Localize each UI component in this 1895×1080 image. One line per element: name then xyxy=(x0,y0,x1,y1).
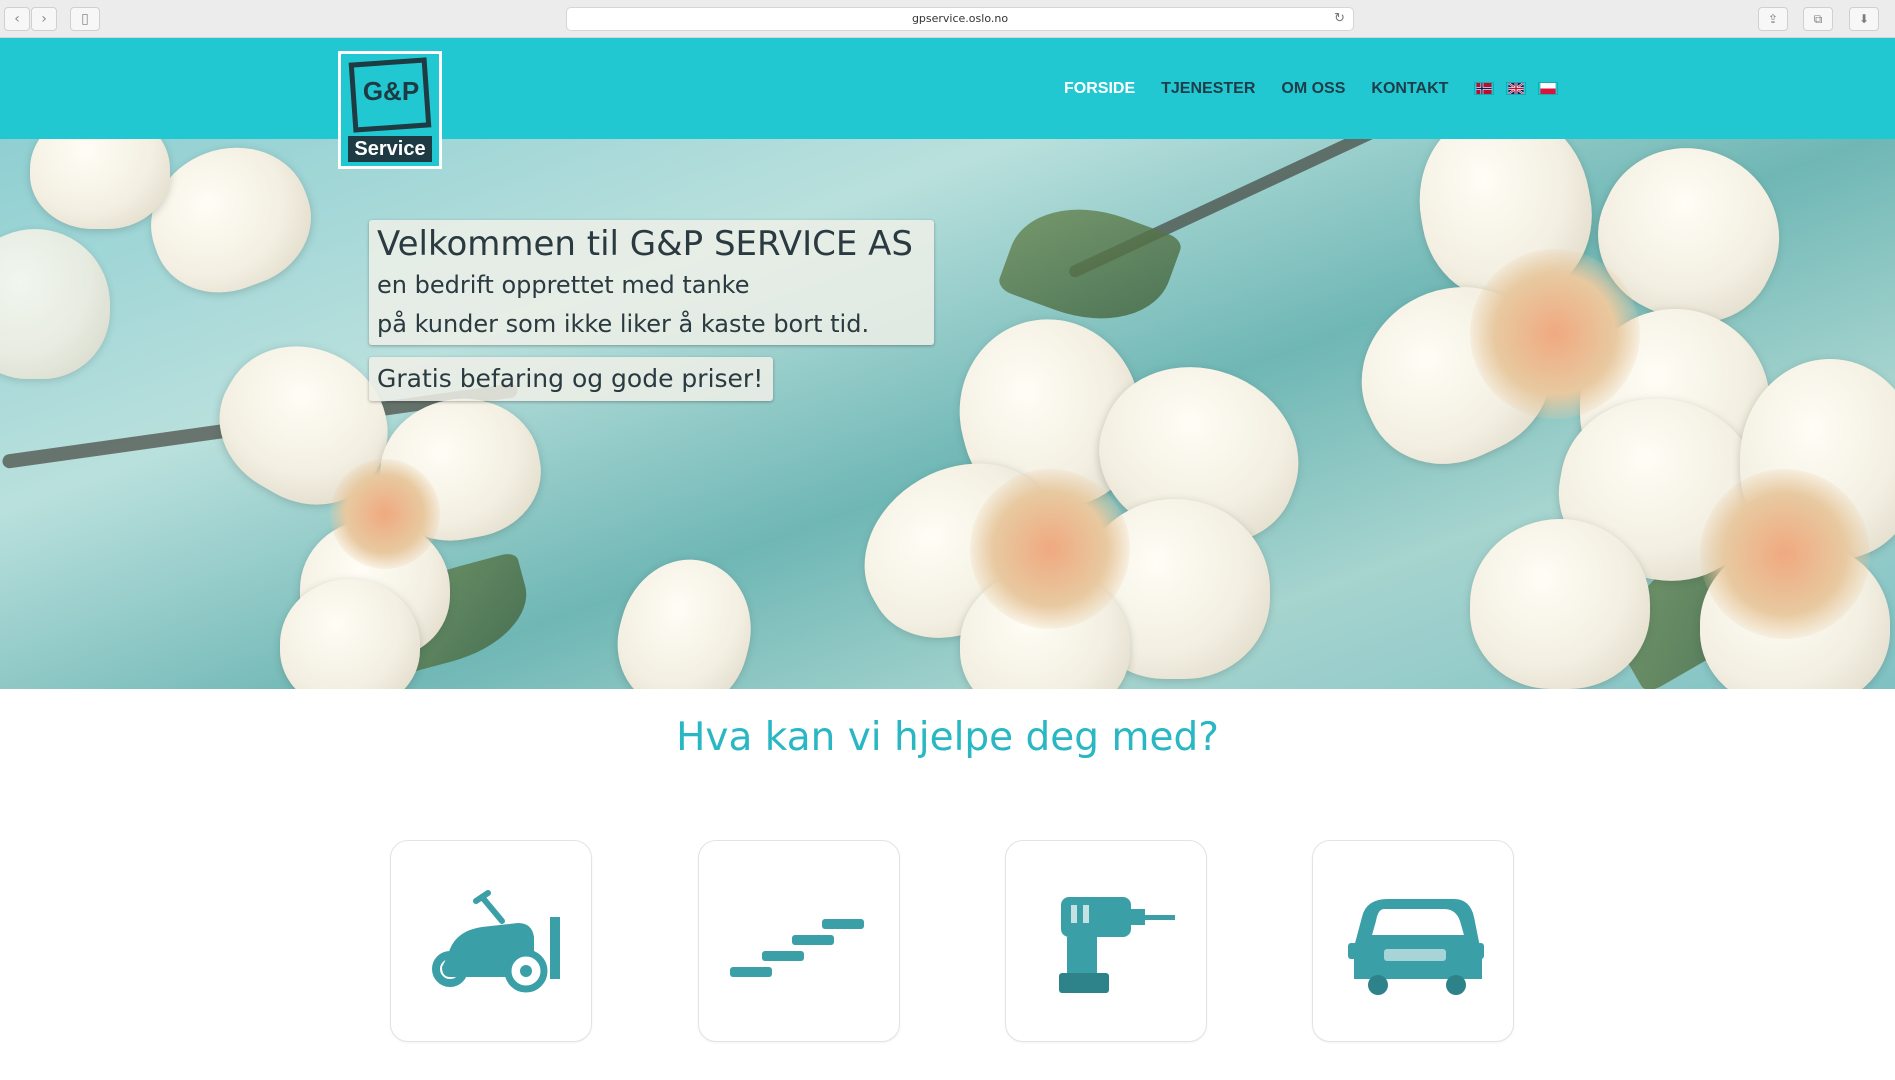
tabs-icon: ⧉ xyxy=(1813,12,1823,26)
address-bar[interactable]: gpservice.oslo.no ↻ xyxy=(566,7,1354,31)
share-icon: ⇪ xyxy=(1767,12,1779,26)
logo[interactable]: G&P Service xyxy=(338,51,442,169)
download-button[interactable]: ⬇ xyxy=(1849,7,1879,31)
welcome-line-2: på kunder som ikke liker å kaste bort ti… xyxy=(377,310,870,338)
nav-forside[interactable]: FORSIDE xyxy=(1064,80,1135,98)
language-switcher xyxy=(1474,82,1570,95)
browser-toolbar: ‹ › ▯ gpservice.oslo.no ↻ ⇪ ⧉ ⬇ xyxy=(0,0,1895,38)
services-heading: Hva kan vi hjelpe deg med? xyxy=(676,715,1219,760)
hero-banner xyxy=(0,139,1895,689)
welcome-title: Velkommen til G&P SERVICE AS xyxy=(377,224,913,264)
drill-icon xyxy=(1059,897,1175,993)
petal-shape xyxy=(30,139,170,229)
main-nav: FORSIDE TJENESTER OM OSS KONTAKT xyxy=(1064,38,1570,139)
petal-shape xyxy=(1470,519,1650,689)
nav-tjenester[interactable]: TJENESTER xyxy=(1161,80,1255,98)
download-icon: ⬇ xyxy=(1858,12,1870,26)
petal-shape xyxy=(602,544,768,689)
share-button[interactable]: ⇪ xyxy=(1758,7,1788,31)
nav-kontakt[interactable]: KONTAKT xyxy=(1371,80,1448,98)
logo-top-text: G&P xyxy=(362,76,420,106)
welcome-line-1: en bedrift opprettet med tanke xyxy=(377,271,750,299)
forward-button[interactable]: › xyxy=(31,7,57,31)
flower-center-shape xyxy=(330,459,440,569)
van-icon xyxy=(1348,899,1484,995)
sidebar-icon: ▯ xyxy=(81,11,89,27)
flower-center-shape xyxy=(1470,249,1640,419)
leaf-shape xyxy=(996,184,1184,344)
site-header xyxy=(0,38,1895,139)
service-card-drilling[interactable] xyxy=(1005,840,1207,1042)
reload-icon[interactable]: ↻ xyxy=(1334,8,1345,30)
back-button[interactable]: ‹ xyxy=(4,7,30,31)
url-text: gpservice.oslo.no xyxy=(911,12,1009,25)
tabs-button[interactable]: ⧉ xyxy=(1803,7,1833,31)
chevron-left-icon: ‹ xyxy=(14,11,20,27)
poland-flag-icon[interactable] xyxy=(1538,82,1559,95)
lawn-mower-icon xyxy=(432,890,560,993)
stairs-icon xyxy=(730,919,864,977)
flower-center-shape xyxy=(970,469,1130,629)
chevron-right-icon: › xyxy=(41,11,47,27)
service-card-lawn-mowing[interactable] xyxy=(390,840,592,1042)
petal-shape xyxy=(0,229,110,379)
service-card-stairs[interactable] xyxy=(698,840,900,1042)
welcome-box: Velkommen til G&P SERVICE AS en bedrift … xyxy=(369,220,934,345)
norway-flag-icon[interactable] xyxy=(1474,82,1495,95)
promo-text: Gratis befaring og gode priser! xyxy=(377,364,764,393)
sidebar-button[interactable]: ▯ xyxy=(70,7,100,31)
logo-bottom-text: Service xyxy=(348,136,432,162)
service-card-transport[interactable] xyxy=(1312,840,1514,1042)
nav-om-oss[interactable]: OM OSS xyxy=(1281,80,1345,98)
uk-flag-icon[interactable] xyxy=(1506,82,1527,95)
flower-center-shape xyxy=(1700,469,1870,639)
promo-box: Gratis befaring og gode priser! xyxy=(369,357,773,401)
